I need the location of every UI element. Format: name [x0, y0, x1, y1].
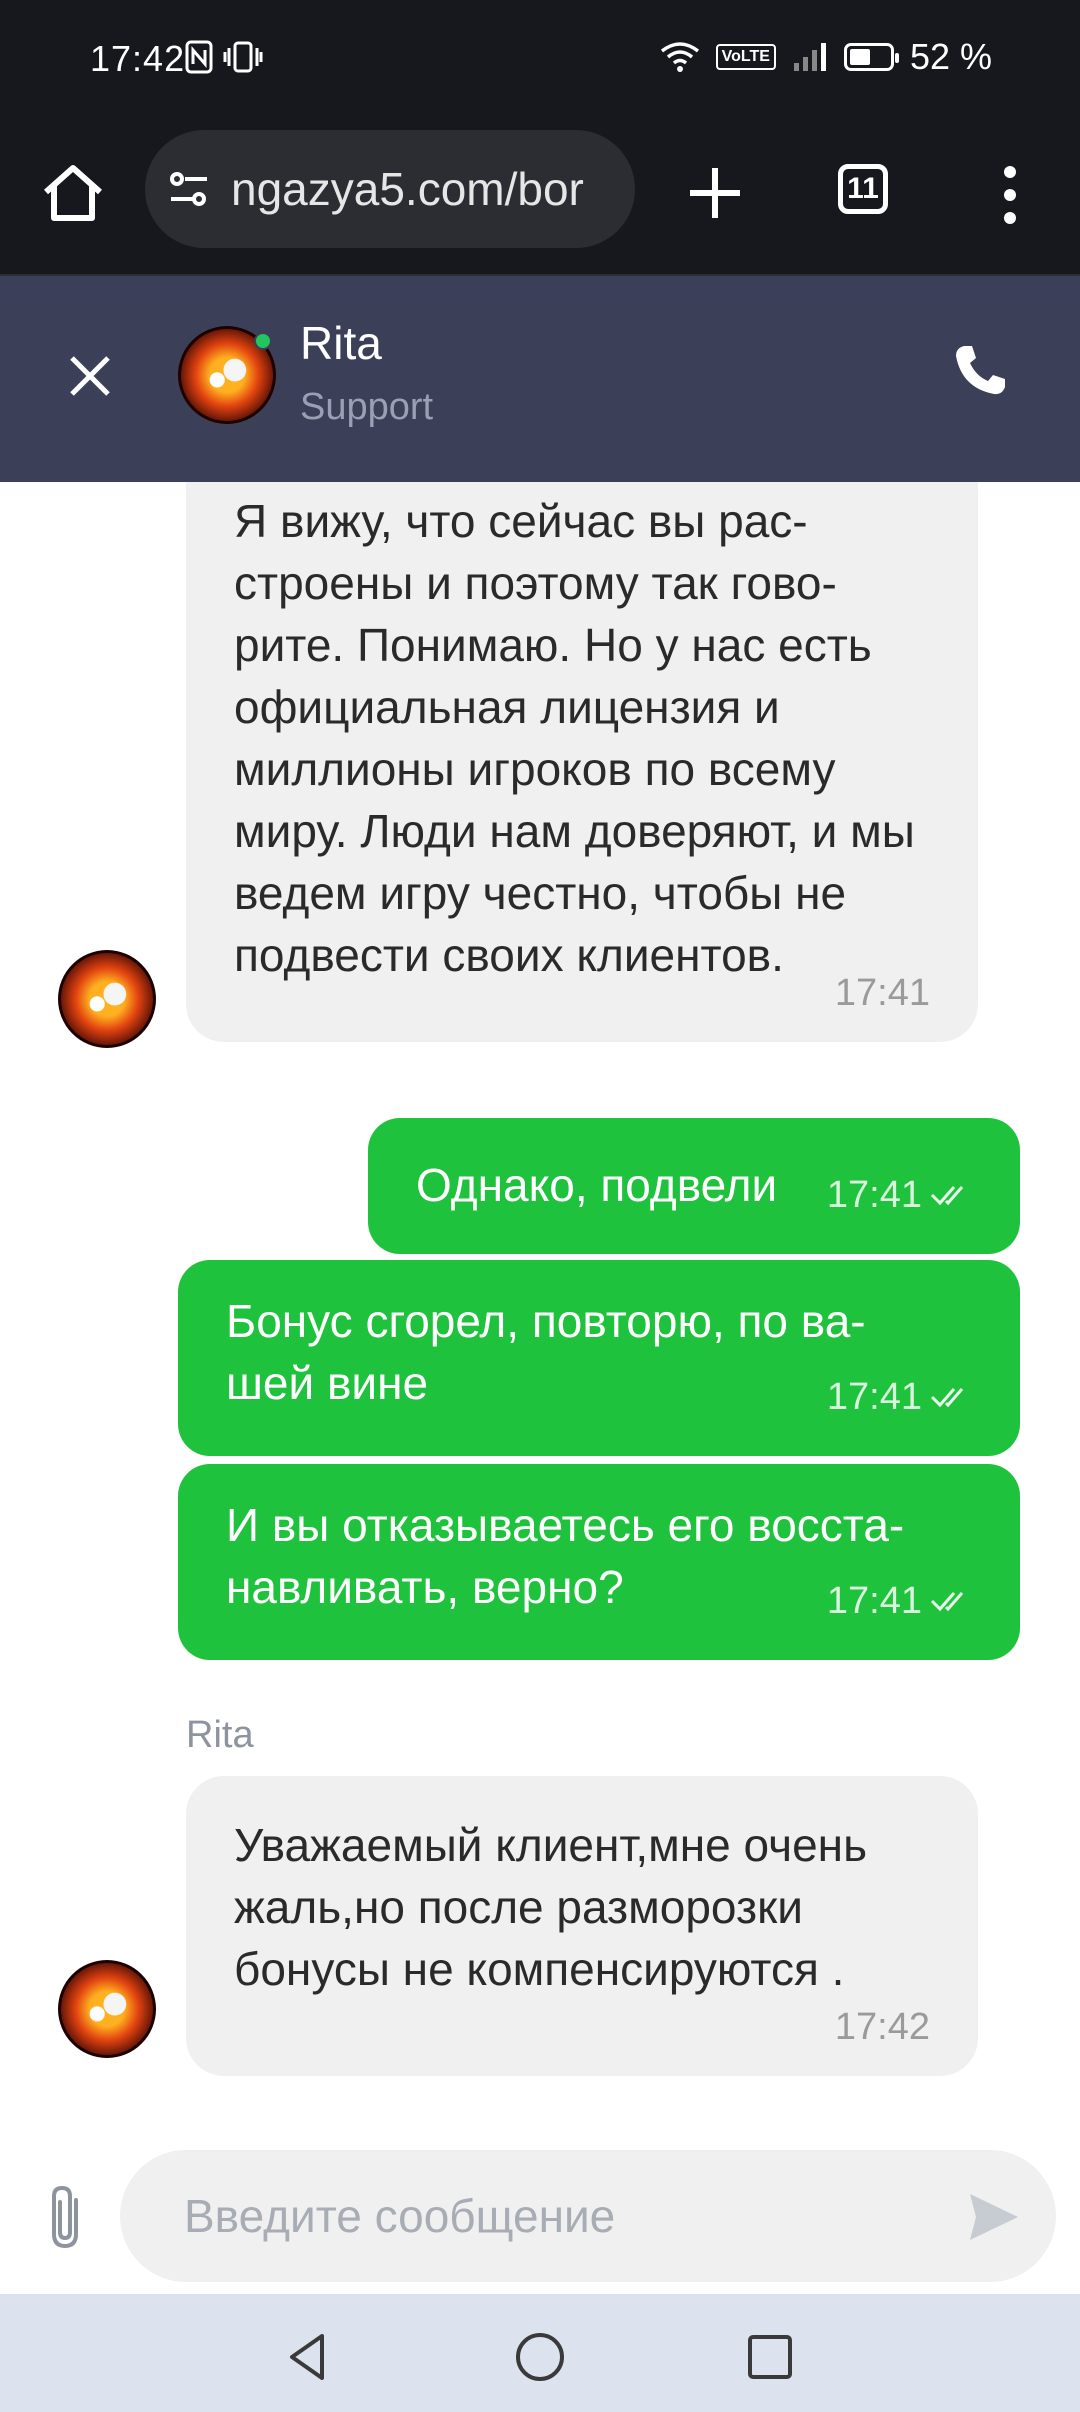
system-nav-bar	[0, 2294, 1080, 2412]
more-icon[interactable]	[990, 160, 1030, 230]
status-bar: 17:42 VoLTE 52 %	[0, 0, 1080, 120]
status-left-icons	[185, 40, 263, 74]
plus-icon[interactable]	[682, 160, 748, 226]
message-meta: 17:41	[827, 1164, 972, 1226]
message-time: 17:41	[826, 1580, 922, 1622]
message-input-box[interactable]	[120, 2150, 1056, 2282]
message-time: 17:41	[826, 1376, 922, 1418]
double-check-icon	[930, 1592, 964, 1612]
send-icon[interactable]	[966, 2190, 1022, 2244]
message-time: 17:41	[834, 972, 930, 1014]
message-outgoing: Однако, подвели 17:41	[368, 1118, 1020, 1254]
status-time: 17:42	[90, 38, 186, 79]
browser-toolbar: ngazya5.com/bor 11	[0, 120, 1080, 276]
message-time: 17:42	[834, 2006, 930, 2048]
home-circle-icon[interactable]	[513, 2330, 567, 2384]
message-time: 17:41	[826, 1174, 922, 1216]
message-incoming: Уважаемый клиент,мне очень жаль,но после…	[186, 1776, 978, 2076]
vibrate-icon	[223, 41, 263, 73]
paperclip-icon[interactable]	[40, 2182, 90, 2254]
message-text: Уважаемый клиент,мне очень жаль,но после…	[234, 1819, 868, 1995]
url-text[interactable]: ngazya5.com/bor	[231, 162, 611, 216]
double-check-icon	[930, 1186, 964, 1206]
agent-avatar	[58, 1960, 156, 2058]
message-incoming: Я вижу, что сейчас вы рас-строены и поэт…	[186, 482, 978, 1042]
close-icon[interactable]	[66, 352, 114, 400]
message-outgoing: И вы отказываетесь его восста-навливать,…	[178, 1464, 1020, 1660]
sender-name: Rita	[186, 1714, 254, 1756]
agent-name: Rita	[300, 317, 382, 369]
online-indicator	[254, 332, 272, 350]
back-icon[interactable]	[282, 2330, 336, 2384]
agent-avatar	[178, 326, 276, 424]
volte-badge: VoLTE	[715, 44, 776, 70]
battery-percent: 52 %	[909, 36, 992, 77]
double-check-icon	[930, 1388, 964, 1408]
chat-header: Rita Support	[0, 276, 1080, 482]
phone-icon[interactable]	[950, 340, 1010, 400]
signal-icon	[793, 43, 826, 71]
recents-icon[interactable]	[743, 2330, 797, 2384]
address-bar[interactable]: ngazya5.com/bor	[145, 130, 635, 248]
tab-switcher-button[interactable]: 11	[838, 164, 888, 214]
status-right: VoLTE 52 %	[660, 36, 992, 78]
nfc-icon	[185, 40, 213, 74]
message-text: Я вижу, что сейчас вы рас-строены и поэт…	[234, 495, 915, 981]
agent-role: Support	[300, 386, 434, 428]
wifi-icon	[660, 42, 699, 72]
site-info-icon[interactable]	[165, 165, 213, 213]
message-meta: 17:41	[827, 1366, 972, 1428]
message-meta: 17:41	[827, 1570, 972, 1632]
chat-messages[interactable]: Я вижу, что сейчас вы рас-строены и поэт…	[0, 482, 1080, 2142]
message-input[interactable]	[182, 2188, 946, 2244]
battery-icon	[843, 43, 899, 71]
message-composer	[0, 2142, 1080, 2294]
message-outgoing: Бонус сгорел, повторю, по ва-шей вине 17…	[178, 1260, 1020, 1456]
home-icon[interactable]	[38, 158, 108, 228]
agent-avatar	[58, 950, 156, 1048]
battery-fill	[849, 49, 870, 65]
